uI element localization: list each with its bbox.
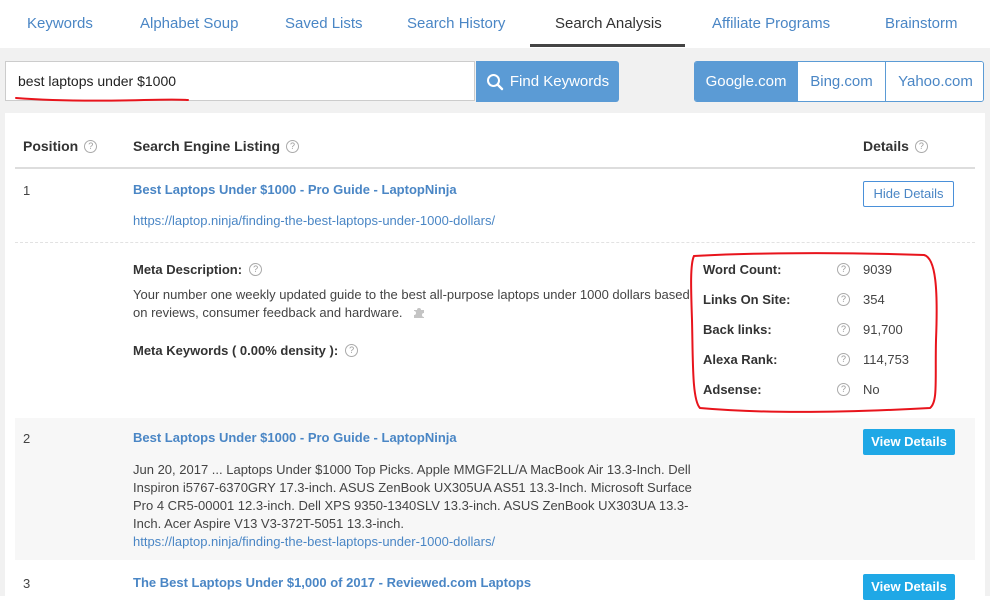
row-divider: [15, 242, 975, 243]
result-url-link[interactable]: https://laptop.ninja/finding-the-best-la…: [133, 534, 495, 549]
top-nav: Keywords Alphabet Soup Saved Lists Searc…: [0, 0, 990, 48]
tab-saved-lists[interactable]: Saved Lists: [285, 0, 363, 48]
result-position: 3: [23, 576, 31, 591]
result-position: 1: [23, 183, 31, 198]
search-engine-selector: Google.com Bing.com Yahoo.com: [694, 61, 984, 102]
find-keywords-button[interactable]: Find Keywords: [476, 61, 619, 102]
listing-header-label: Search Engine Listing: [133, 138, 281, 154]
tab-search-history[interactable]: Search History: [407, 0, 505, 48]
meta-keywords-label: Meta Keywords ( 0.00% density ): ?: [133, 343, 359, 358]
engine-yahoo[interactable]: Yahoo.com: [885, 62, 983, 101]
result-position: 2: [23, 431, 31, 446]
header-divider: [15, 167, 975, 169]
puzzle-icon: [414, 308, 425, 318]
column-header-details: Details ?: [863, 138, 928, 154]
red-underline-annotation: [15, 97, 189, 102]
active-tab-indicator: [530, 44, 685, 47]
tab-affiliate-programs[interactable]: Affiliate Programs: [712, 0, 830, 48]
result-url-link[interactable]: https://laptop.ninja/finding-the-best-la…: [133, 213, 495, 228]
help-icon[interactable]: ?: [84, 139, 98, 153]
search-icon: [486, 73, 504, 90]
meta-keywords-label-text: Meta Keywords ( 0.00% density ):: [133, 343, 339, 358]
result-title-link[interactable]: Best Laptops Under $1000 - Pro Guide - L…: [133, 430, 457, 445]
view-details-button[interactable]: View Details: [863, 429, 955, 455]
find-keywords-label: Find Keywords: [509, 73, 610, 90]
help-icon[interactable]: ?: [345, 344, 359, 357]
position-header-label: Position: [23, 138, 79, 154]
hide-details-button[interactable]: Hide Details: [863, 181, 954, 207]
meta-description-label-text: Meta Description:: [133, 262, 243, 277]
tab-search-analysis[interactable]: Search Analysis: [555, 0, 662, 48]
help-icon[interactable]: ?: [914, 139, 928, 153]
meta-description-text: Your number one weekly updated guide to …: [133, 286, 693, 322]
engine-bing[interactable]: Bing.com: [797, 62, 885, 101]
tab-brainstorm[interactable]: Brainstorm: [885, 0, 958, 48]
result-title-link[interactable]: Best Laptops Under $1000 - Pro Guide - L…: [133, 182, 457, 197]
column-header-position: Position ?: [23, 138, 98, 154]
result-snippet: Jun 20, 2017 ... Laptops Under $1000 Top…: [133, 461, 693, 551]
red-box-annotation: [690, 252, 938, 413]
meta-description-label: Meta Description: ?: [133, 262, 263, 277]
details-header-label: Details: [863, 138, 909, 154]
help-icon[interactable]: ?: [249, 263, 263, 276]
tab-keywords[interactable]: Keywords: [27, 0, 93, 48]
view-details-button[interactable]: View Details: [863, 574, 955, 600]
result-snippet-text: Jun 20, 2017 ... Laptops Under $1000 Top…: [133, 462, 692, 531]
help-icon[interactable]: ?: [286, 139, 300, 153]
column-header-listing: Search Engine Listing ?: [133, 138, 300, 154]
engine-google[interactable]: Google.com: [695, 62, 797, 101]
tab-alphabet-soup[interactable]: Alphabet Soup: [140, 0, 238, 48]
result-title-link[interactable]: The Best Laptops Under $1,000 of 2017 - …: [133, 575, 531, 590]
